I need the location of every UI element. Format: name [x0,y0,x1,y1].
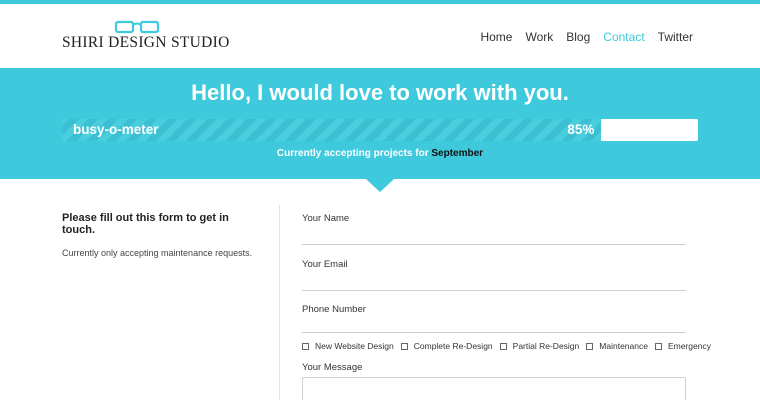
message-textarea[interactable] [302,377,686,400]
checkbox[interactable] [499,342,507,350]
email-label: Your Email [302,259,348,270]
availability-prefix: Currently accepting projects for [276,148,429,159]
main-nav: Home Work Blog Contact Twitter [480,30,693,44]
banner-title: Hello, I would love to work with you. [191,80,569,105]
site-header: SHIRI DESIGN STUDIO Home Work Blog Conta… [0,4,760,68]
option-maintenance[interactable]: Maintenance [586,341,648,351]
option-new-website-design[interactable]: New Website Design [302,341,394,351]
option-label: New Website Design [315,341,394,351]
banner-pointer [366,179,394,192]
option-label: Partial Re-Design [512,341,580,351]
column-divider [279,205,280,400]
checkbox[interactable] [400,342,408,350]
busy-meter: busy-o-meter 85% [62,119,698,141]
availability-text: Currently accepting projects for Septemb… [0,148,760,159]
checkbox[interactable] [586,342,594,350]
option-label: Emergency [667,341,711,351]
glasses-icon [114,20,160,34]
phone-input[interactable] [302,332,686,333]
nav-home[interactable]: Home [480,30,512,44]
email-input[interactable] [302,290,686,291]
availability-month: September [431,148,484,159]
brand-name: SHIRI DESIGN STUDIO [62,34,230,51]
checkbox[interactable] [302,342,309,350]
name-label: Your Name [302,213,350,224]
nav-blog[interactable]: Blog [566,30,590,44]
nav-contact[interactable]: Contact [603,30,644,44]
option-emergency[interactable]: Emergency [654,341,711,351]
busy-meter-percent: 85% [567,122,595,137]
logo[interactable]: SHIRI DESIGN STUDIO [62,20,229,56]
intro-title: Please fill out this form to get in touc… [62,212,229,236]
nav-twitter[interactable]: Twitter [658,30,693,44]
option-label: Complete Re-Design [413,341,493,351]
option-complete-redesign[interactable]: Complete Re-Design [400,341,493,351]
option-label: Maintenance [599,341,648,351]
hero-banner: Hello, I would love to work with you. bu… [0,68,760,179]
busy-meter-label: busy-o-meter [73,122,159,137]
intro-note: Currently only accepting maintenance req… [62,248,253,258]
checkbox[interactable] [654,342,662,350]
phone-label: Phone Number [302,304,366,315]
name-input[interactable] [302,244,686,245]
project-type-options: New Website Design Complete Re-Design Pa… [302,341,711,351]
intro-section: Please fill out this form to get in touc… [62,212,262,258]
message-label: Your Message [302,362,363,373]
option-partial-redesign[interactable]: Partial Re-Design [499,341,580,351]
nav-work[interactable]: Work [525,30,553,44]
